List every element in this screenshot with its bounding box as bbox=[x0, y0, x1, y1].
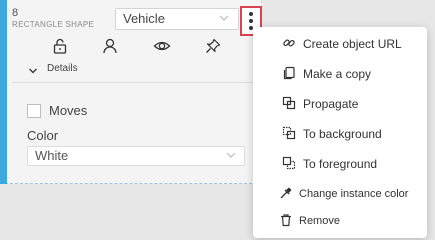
user-icon[interactable] bbox=[101, 37, 119, 55]
object-id: 8 bbox=[12, 7, 19, 19]
menu-item-label: To background bbox=[303, 127, 382, 141]
menu-item-to-background[interactable]: To background bbox=[253, 122, 427, 146]
menu-item-propagate[interactable]: Propagate bbox=[253, 92, 427, 116]
color-value: White bbox=[35, 148, 69, 163]
chevron-down-icon bbox=[28, 63, 38, 81]
object-context-menu: Create object URL Make a copy Propagate … bbox=[253, 27, 427, 238]
link-icon bbox=[282, 36, 296, 50]
to-foreground-icon bbox=[282, 156, 296, 170]
menu-item-remove[interactable]: Remove bbox=[253, 209, 427, 233]
menu-item-label: To foreground bbox=[303, 157, 378, 171]
divider bbox=[12, 82, 260, 83]
color-label: Color bbox=[27, 128, 59, 143]
chevron-down-icon bbox=[218, 12, 230, 27]
moves-checkbox[interactable] bbox=[27, 104, 41, 118]
menu-item-make-a-copy[interactable]: Make a copy bbox=[253, 62, 427, 86]
menu-item-create-object-url[interactable]: Create object URL bbox=[253, 32, 427, 56]
color-select[interactable]: White bbox=[27, 146, 245, 166]
menu-item-label: Propagate bbox=[303, 97, 359, 111]
to-background-icon bbox=[282, 126, 296, 140]
object-label-select[interactable]: Vehicle bbox=[115, 8, 239, 30]
menu-item-label: Remove bbox=[299, 215, 340, 227]
object-item-card: 8 RECTANGLE SHAPE Vehicle Details Moves … bbox=[0, 0, 262, 184]
object-label-value: Vehicle bbox=[123, 11, 165, 26]
pin-icon[interactable] bbox=[204, 37, 222, 55]
menu-item-change-instance-color[interactable]: Change instance color bbox=[253, 182, 427, 206]
copy-icon bbox=[282, 66, 296, 80]
menu-item-to-foreground[interactable]: To foreground bbox=[253, 152, 427, 176]
more-vertical-icon bbox=[249, 12, 253, 16]
menu-item-label: Create object URL bbox=[303, 37, 402, 51]
moves-label: Moves bbox=[49, 103, 88, 118]
menu-item-label: Make a copy bbox=[303, 67, 372, 81]
chevron-down-icon bbox=[225, 149, 237, 164]
details-label: Details bbox=[47, 63, 78, 74]
eyedropper-icon bbox=[279, 186, 293, 200]
trash-icon bbox=[279, 213, 293, 227]
menu-item-label: Change instance color bbox=[299, 188, 409, 200]
lock-open-icon[interactable] bbox=[51, 37, 69, 55]
eye-icon[interactable] bbox=[153, 37, 171, 55]
propagate-icon bbox=[282, 96, 296, 110]
more-vertical-icon-dot bbox=[249, 19, 253, 23]
object-color-accent bbox=[0, 0, 7, 184]
object-type-label: RECTANGLE SHAPE bbox=[12, 20, 95, 29]
